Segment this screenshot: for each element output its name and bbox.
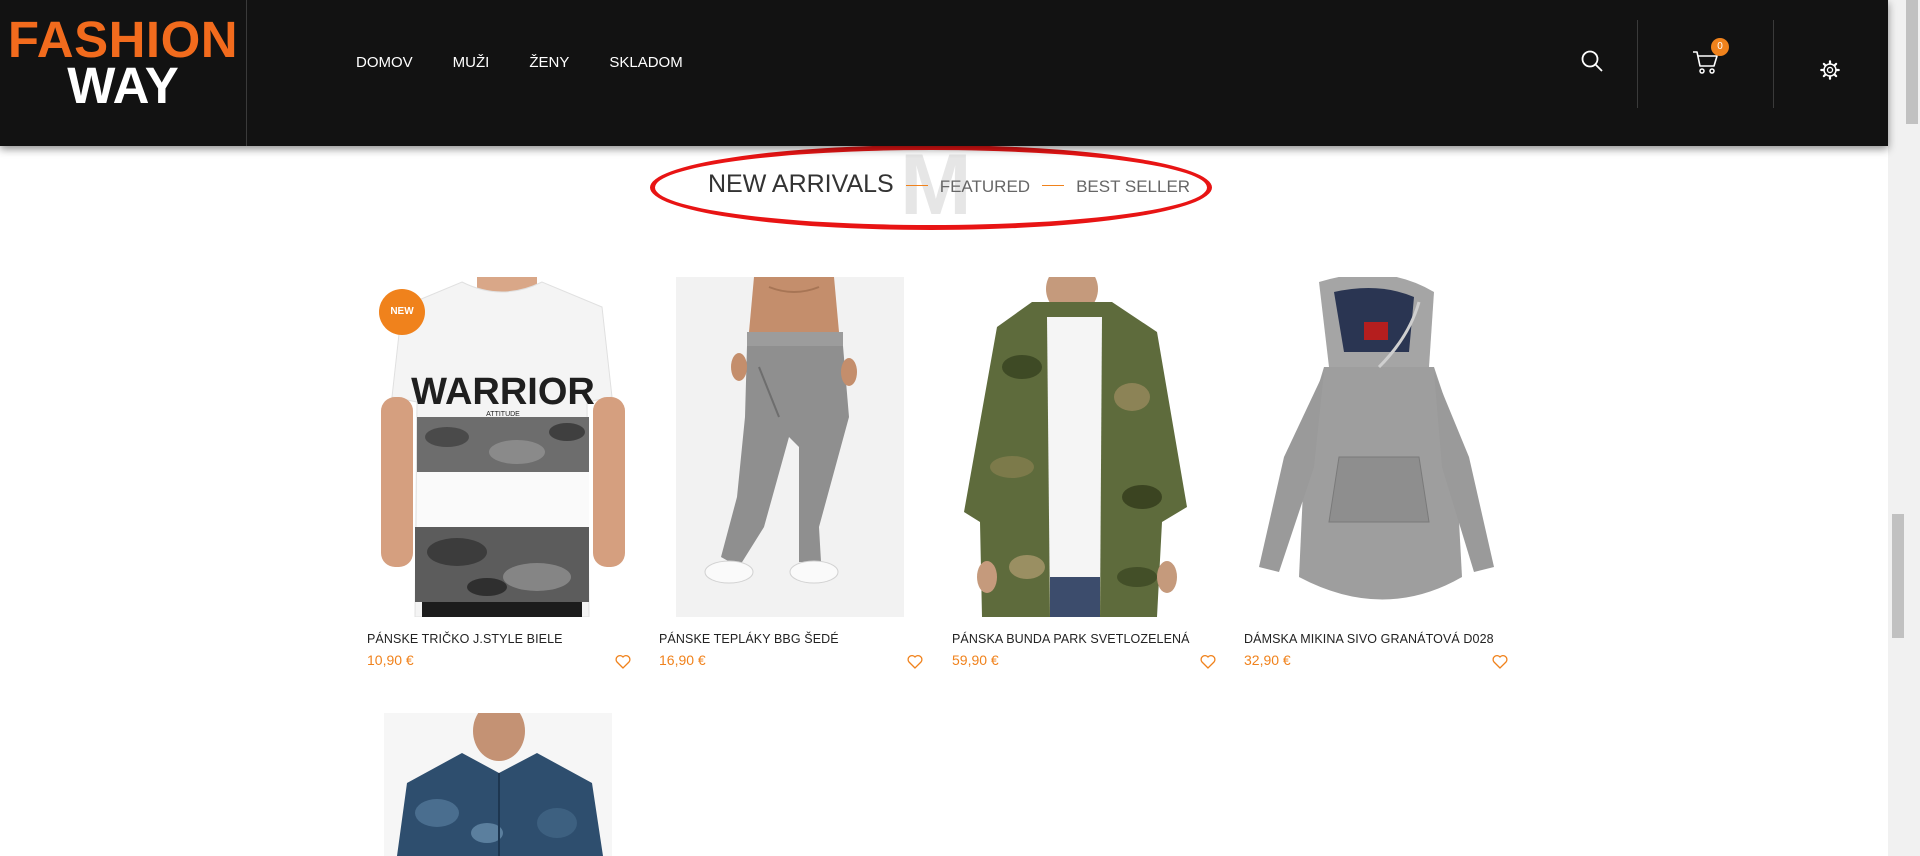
- gear-icon[interactable]: [1819, 59, 1841, 81]
- denim-shirt-image: [367, 713, 637, 856]
- product-image[interactable]: [659, 277, 929, 617]
- product-price: 16,90 €: [659, 652, 706, 668]
- shirt-print-text: WARRIOR: [411, 371, 595, 413]
- shirt-print-subtext: ATTITUDE: [486, 411, 520, 418]
- nav-item-skladom[interactable]: SKLADOM: [609, 54, 682, 71]
- product-image[interactable]: [952, 277, 1222, 617]
- page-scrollbar[interactable]: [1888, 0, 1920, 856]
- product-image[interactable]: WARRIOR ATTITUDE NEW: [367, 277, 637, 617]
- product-price: 59,90 €: [952, 652, 999, 668]
- product-image[interactable]: [1244, 277, 1514, 617]
- product-image[interactable]: [367, 713, 637, 856]
- jacket-image: [952, 277, 1222, 617]
- product-name[interactable]: PÁNSKA BUNDA PARK SVETLOZELENÁ: [952, 632, 1190, 646]
- product-name[interactable]: PÁNSKE TEPLÁKY BBG ŠEDÉ: [659, 632, 839, 646]
- scrollbar-thumb[interactable]: [1906, 0, 1918, 124]
- header-divider: [1773, 20, 1774, 108]
- cart-count-badge: 0: [1711, 38, 1729, 56]
- product-price: 32,90 €: [1244, 652, 1291, 668]
- scrollbar-thumb[interactable]: [1892, 514, 1904, 638]
- nav-item-domov[interactable]: DOMOV: [356, 54, 413, 71]
- nav-item-muzi[interactable]: MUŽI: [453, 54, 490, 71]
- new-badge: NEW: [379, 289, 425, 335]
- product-name[interactable]: PÁNSKE TRIČKO J.STYLE BIELE: [367, 632, 563, 646]
- nav-item-zeny[interactable]: ŽENY: [529, 54, 569, 71]
- product-name[interactable]: DÁMSKA MIKINA SIVO GRANÁTOVÁ D028: [1244, 632, 1494, 646]
- heart-icon[interactable]: [1492, 654, 1508, 669]
- header-divider: [1637, 20, 1638, 108]
- product-price: 10,90 €: [367, 652, 414, 668]
- hoodie-image: [1244, 277, 1514, 617]
- heart-icon[interactable]: [1200, 654, 1216, 669]
- annotation-ellipse: [650, 145, 1212, 230]
- logo[interactable]: FASHION WAY: [0, 0, 247, 146]
- heart-icon[interactable]: [615, 654, 631, 669]
- pants-image: [659, 277, 929, 617]
- main-nav: DOMOV MUŽI ŽENY SKLADOM: [356, 54, 723, 71]
- logo-line-2: WAY: [67, 57, 179, 114]
- site-header: FASHION WAY DOMOV MUŽI ŽENY SKLADOM 0: [0, 0, 1888, 146]
- heart-icon[interactable]: [907, 654, 923, 669]
- search-icon[interactable]: [1580, 49, 1604, 73]
